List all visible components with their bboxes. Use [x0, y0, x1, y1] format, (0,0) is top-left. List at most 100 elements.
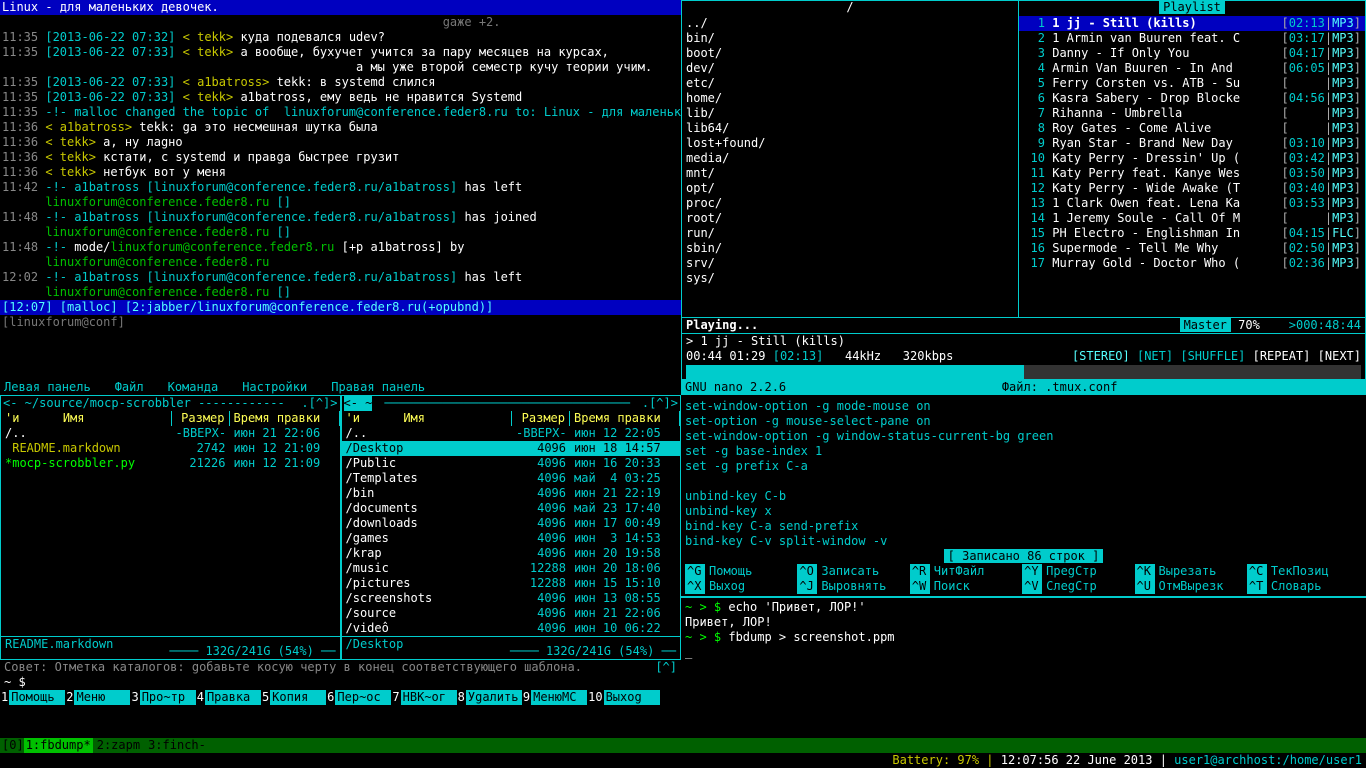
tmux-window[interactable]: 3:finch-	[144, 738, 210, 753]
dir-item[interactable]: run/	[682, 226, 1018, 241]
dir-item[interactable]: ../	[682, 16, 1018, 31]
playlist-item[interactable]: 15 PH Electro - Englishman In[04:15|FLC]	[1019, 226, 1365, 241]
mc-file-row[interactable]: /Public4096июн 16 20:33	[342, 456, 681, 471]
mc-file-row[interactable]: /videô4096июн 10 06:22	[342, 621, 681, 636]
mc-menu-item[interactable]: Правая панель	[331, 380, 425, 394]
dir-item[interactable]: mnt/	[682, 166, 1018, 181]
fkey-7[interactable]: 7НВК~ог	[391, 690, 456, 705]
playlist-item[interactable]: 12 Katy Perry - Wide Awake (T[03:40|MP3]	[1019, 181, 1365, 196]
nano-key: ^JВыровнять	[797, 579, 909, 594]
mc-pane: Левая панель Файл Команда Настройки Правая п…	[0, 380, 681, 738]
dir-item[interactable]: sbin/	[682, 241, 1018, 256]
playlist-item[interactable]: 8 Roy Gates - Come Alive[ |MP3]	[1019, 121, 1365, 136]
mc-file-row[interactable]: *mocp-scrobbler.py21226июн 12 21:09	[1, 456, 340, 471]
dir-item[interactable]: proc/	[682, 196, 1018, 211]
mc-file-row[interactable]: /source4096июн 21 22:06	[342, 606, 681, 621]
nano-key: ^CТекПозиц	[1247, 564, 1359, 579]
playlist-item[interactable]: 9 Ryan Star - Brand New Day [03:10|MP3]	[1019, 136, 1365, 151]
mc-file-row[interactable]: /..-ВВЕРХ-июн 21 22:06	[1, 426, 340, 441]
dir-item[interactable]: bin/	[682, 31, 1018, 46]
dir-item[interactable]: boot/	[682, 46, 1018, 61]
mc-file-row[interactable]: /pictures12288июн 15 15:10	[342, 576, 681, 591]
dir-item[interactable]: sys/	[682, 271, 1018, 286]
playlist-item[interactable]: 16 Supermode - Tell Me Why[02:50|MP3]	[1019, 241, 1365, 256]
mc-menu-item[interactable]: Команда	[168, 380, 219, 394]
nano-editor[interactable]: set-window-option -g mode-mouse onset-op…	[681, 399, 1366, 549]
fkey-6[interactable]: 6Пер~ос	[326, 690, 391, 705]
moc-progress[interactable]	[686, 365, 1361, 379]
playlist-item[interactable]: 11 Katy Perry feat. Kanye Wes[03:50|MP3]	[1019, 166, 1365, 181]
fkey-1[interactable]: 1Помощь	[0, 690, 65, 705]
mc-menu-item[interactable]: Левая панель	[4, 380, 91, 394]
mc-file-row[interactable]: /music12288июн 20 18:06	[342, 561, 681, 576]
volume-master[interactable]: Master	[1180, 318, 1231, 332]
dir-item[interactable]: root/	[682, 211, 1018, 226]
tmux-window-current[interactable]: 1:fbdump*	[24, 738, 93, 753]
mc-menu-item[interactable]: Настройки	[242, 380, 307, 394]
dir-item[interactable]: media/	[682, 151, 1018, 166]
nano-title: GNU nano 2.2.6Файл: .tmux.conf	[681, 380, 1366, 395]
mc-menu-item[interactable]: Файл	[115, 380, 144, 394]
playlist-item[interactable]: 5 Ferry Corsten vs. ATB - Su[ |MP3]	[1019, 76, 1365, 91]
dir-item[interactable]: lost+found/	[682, 136, 1018, 151]
playlist-item[interactable]: 6 Kasra Sabery - Drop Blocke[04:56|MP3]	[1019, 91, 1365, 106]
playlist-item[interactable]: 3 Danny - If Only You[04:17|MP3]	[1019, 46, 1365, 61]
mc-file-row[interactable]: /downloads4096июн 17 00:49	[342, 516, 681, 531]
mc-file-row[interactable]: /krap4096июн 20 19:58	[342, 546, 681, 561]
mc-file-row[interactable]: /screenshots4096июн 13 08:55	[342, 591, 681, 606]
dir-item[interactable]: opt/	[682, 181, 1018, 196]
irc-log[interactable]: gаже +2.11:35 [2013-06-22 07:32] < tekk>…	[0, 15, 681, 300]
fkey-5[interactable]: 5Копия	[261, 690, 326, 705]
fkey-2[interactable]: 2Меню	[65, 690, 130, 705]
mc-menu[interactable]: Левая панель Файл Команда Настройки Правая п…	[0, 380, 681, 395]
fkey-9[interactable]: 9МенюMC	[522, 690, 587, 705]
irc-input[interactable]: [linuxforum@conf]	[0, 315, 681, 330]
dir-item[interactable]: lib64/	[682, 121, 1018, 136]
moc-file-browser[interactable]: / ../bin/boot/dev/etc/home/lib/lib64/los…	[681, 1, 1019, 317]
mc-file-row[interactable]: /documents4096май 23 17:40	[342, 501, 681, 516]
nano-key: ^TСловарь	[1247, 579, 1359, 594]
irc-status: [12:07] [malloc] [2:jabber/linuxforum@co…	[0, 300, 681, 315]
moc-pane: / ../bin/boot/dev/etc/home/lib/lib64/los…	[681, 0, 1366, 380]
playlist-item[interactable]: 10 Katy Perry - Dressin' Up ([03:42|MP3]	[1019, 151, 1365, 166]
mc-file-row[interactable]: /..-ВВЕРХ-июн 12 22:05	[342, 426, 681, 441]
mc-file-row[interactable]: README.markdown2742июн 12 21:09	[1, 441, 340, 456]
mc-fkeys[interactable]: 1Помощь2Меню3Про~тр4Правка5Копия6Пер~ос7…	[0, 690, 681, 705]
fkey-10[interactable]: 10Выхоg	[587, 690, 659, 705]
fkey-4[interactable]: 4Правка	[196, 690, 261, 705]
playlist-item[interactable]: 2 1 Armin van Buuren feat. C[03:17|MP3]	[1019, 31, 1365, 46]
nano-key: ^WПоиск	[910, 579, 1022, 594]
mc-file-row[interactable]: /Desktop4096июн 18 14:57	[342, 441, 681, 456]
nano-key: ^OЗаписать	[797, 564, 909, 579]
nano-key: ^VСлеgСтр	[1022, 579, 1134, 594]
mc-left-panel[interactable]: <- ~/source/mocp-scrobbler ------------.…	[0, 395, 341, 660]
mc-right-panel[interactable]: <- ~ ──────────────────────────────────.…	[341, 395, 682, 660]
nano-shortcuts: ^GПомощь^OЗаписать^RЧитФайл^YПреgСтр^KВы…	[681, 564, 1366, 594]
nano-key: ^UОтмВырезк	[1135, 579, 1247, 594]
dir-item[interactable]: home/	[682, 91, 1018, 106]
shell[interactable]: ~ > $ echo 'Привет, ЛОР!' Привет, ЛОР! ~…	[681, 600, 1366, 660]
irc-pane: Linux - для маленьких девочек. gаже +2.1…	[0, 0, 681, 380]
tmux-inner-status: [0] 1:fbdump* 2:zapm 3:finch-	[0, 738, 1366, 753]
playlist-item[interactable]: 1 1 jj - Still (kills)[02:13|MP3]	[1019, 16, 1365, 31]
mc-prompt[interactable]: ~ $	[0, 675, 681, 690]
moc-now-playing: > 1 jj - Still (kills) 00:44 01:29 [02:1…	[681, 334, 1366, 380]
moc-playlist[interactable]: Playlist 1 1 jj - Still (kills)[02:13|MP…	[1019, 1, 1366, 317]
dir-item[interactable]: srv/	[682, 256, 1018, 271]
dir-item[interactable]: dev/	[682, 61, 1018, 76]
playlist-item[interactable]: 7 Rihanna - Umbrella[ |MP3]	[1019, 106, 1365, 121]
tmux-window[interactable]: 2:zapm	[93, 738, 144, 753]
dir-item[interactable]: lib/	[682, 106, 1018, 121]
mc-file-row[interactable]: /Templates4096май 4 03:25	[342, 471, 681, 486]
playlist-item[interactable]: 13 1 Clark Owen feat. Lena Ka[03:53|MP3]	[1019, 196, 1365, 211]
fkey-8[interactable]: 8Уgалить	[457, 690, 522, 705]
mc-file-row[interactable]: /bin4096июн 21 22:19	[342, 486, 681, 501]
playlist-item[interactable]: 4 Armin Van Buuren - In And [06:05|MP3]	[1019, 61, 1365, 76]
playlist-item[interactable]: 17 Murray Gold - Doctor Who ([02:36|MP3]	[1019, 256, 1365, 271]
nano-status: [ Записано 86 строк ]	[681, 549, 1366, 564]
playlist-item[interactable]: 14 1 Jeremy Soule - Call Of M[ |MP3]	[1019, 211, 1365, 226]
nano-key: ^YПреgСтр	[1022, 564, 1134, 579]
mc-file-row[interactable]: /games4096июн 3 14:53	[342, 531, 681, 546]
fkey-3[interactable]: 3Про~тр	[130, 690, 195, 705]
dir-item[interactable]: etc/	[682, 76, 1018, 91]
